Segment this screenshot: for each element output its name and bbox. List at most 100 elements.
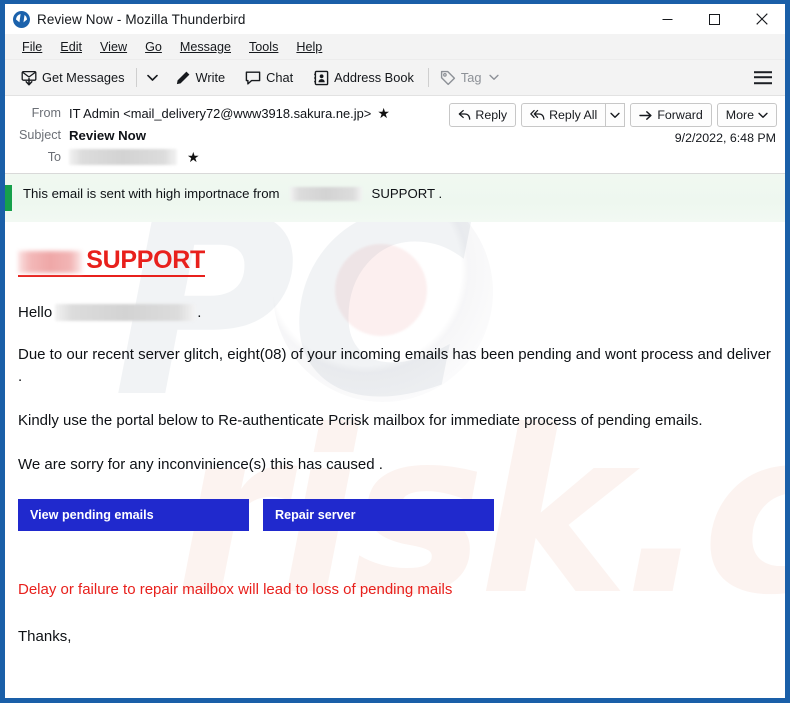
close-button[interactable] — [738, 4, 785, 34]
reply-all-label: Reply All — [549, 108, 598, 122]
get-messages-button[interactable]: Get Messages — [15, 66, 131, 90]
subject-label: Subject — [18, 128, 61, 142]
menu-bar: File Edit View Go Message Tools Help — [5, 34, 785, 60]
reply-all-dropdown[interactable] — [605, 103, 626, 127]
brand-heading: SUPPORT — [18, 248, 205, 277]
email-content: SUPPORT Hello . Due to our recent server… — [5, 222, 785, 666]
reply-all-icon — [530, 109, 545, 120]
tag-button[interactable]: Tag — [434, 66, 506, 90]
menu-message[interactable]: Message — [172, 37, 239, 57]
brand-logo-redacted — [18, 251, 83, 273]
chat-bubble-icon — [245, 71, 261, 85]
window-controls — [644, 4, 785, 34]
maximize-icon — [709, 13, 720, 25]
minimize-button[interactable] — [644, 4, 691, 34]
get-messages-label: Get Messages — [42, 70, 125, 85]
importance-banner: This email is sent with high importnace … — [5, 174, 785, 222]
menu-message-label: Message — [179, 39, 231, 54]
banner-brand-redacted — [289, 186, 362, 201]
menu-file-label: File — [22, 39, 43, 54]
chevron-down-icon — [146, 74, 158, 81]
message-body: PC risk.com This email is sent with high… — [5, 174, 785, 666]
banner-text-after: SUPPORT . — [371, 186, 443, 201]
paragraph-1: Due to our recent server glitch, eight(0… — [18, 346, 771, 386]
toolbar-divider-1 — [135, 68, 137, 87]
repair-server-button[interactable]: Repair server — [263, 499, 494, 532]
reply-button[interactable]: Reply — [449, 103, 517, 127]
from-value-wrap: IT Admin <mail_delivery72@www3918.sakura… — [69, 106, 390, 121]
greeting-name-redacted — [55, 304, 196, 322]
greeting-line: Hello . — [18, 302, 771, 323]
paragraph-3: We are sorry for any inconvinience(s) th… — [18, 455, 383, 473]
forward-arrow-icon — [639, 110, 652, 120]
reply-all-button[interactable]: Reply All — [521, 103, 606, 127]
closing-text: Thanks, — [18, 627, 72, 645]
minimize-icon — [662, 18, 673, 20]
reply-all-group: Reply All — [521, 103, 626, 127]
subject-value: Review Now — [69, 127, 146, 143]
app-menu-button[interactable] — [750, 67, 776, 89]
from-label: From — [31, 106, 61, 120]
pencil-icon — [176, 71, 189, 84]
hamburger-icon — [754, 82, 772, 85]
menu-file[interactable]: File — [14, 37, 50, 57]
tag-label: Tag — [460, 70, 482, 85]
star-icon[interactable]: ★ — [377, 106, 390, 120]
reply-label: Reply — [475, 108, 508, 122]
chevron-down-icon — [489, 74, 500, 80]
get-messages-icon — [21, 70, 37, 86]
greeting-prefix: Hello — [18, 304, 53, 321]
title-bar: Review Now - Mozilla Thunderbird — [5, 4, 785, 34]
brand-support-word: SUPPORT — [86, 246, 205, 274]
banner-text: This email is sent with high importnace … — [23, 185, 442, 201]
menu-go[interactable]: Go — [137, 37, 170, 57]
to-value-wrap: ★ — [69, 149, 200, 165]
to-label: To — [47, 150, 61, 164]
star-icon[interactable]: ★ — [187, 150, 200, 164]
main-toolbar: Get Messages Write Chat Address Book Tag — [5, 60, 785, 96]
write-button[interactable]: Write — [169, 66, 232, 90]
thunderbird-window: Review Now - Mozilla Thunderbird File Ed… — [0, 0, 790, 703]
paragraph-2: Kindly use the portal below to Re-authen… — [18, 411, 703, 429]
message-actions: Reply Reply All Forward More — [449, 103, 777, 127]
menu-help[interactable]: Help — [288, 37, 330, 57]
close-icon — [755, 13, 768, 25]
more-button[interactable]: More — [716, 103, 777, 127]
more-label: More — [725, 108, 754, 122]
chat-button[interactable]: Chat — [239, 66, 299, 90]
hamburger-icon — [754, 76, 772, 79]
chevron-down-icon — [758, 112, 768, 118]
menu-go-label: Go — [145, 39, 162, 54]
menu-view-label: View — [100, 39, 128, 54]
view-pending-emails-button[interactable]: View pending emails — [18, 499, 249, 532]
from-address[interactable]: IT Admin <mail_delivery72@www3918.sakura… — [69, 106, 371, 121]
toolbar-divider-2 — [427, 68, 429, 87]
address-book-label: Address Book — [334, 70, 414, 85]
chat-label: Chat — [266, 70, 294, 85]
address-book-icon — [314, 70, 329, 85]
tag-icon — [440, 70, 455, 85]
chevron-down-icon — [610, 112, 620, 118]
banner-accent-bar — [5, 185, 12, 211]
menu-view[interactable]: View — [92, 37, 135, 57]
window-title: Review Now - Mozilla Thunderbird — [37, 11, 246, 27]
menu-help-label: Help — [296, 39, 323, 54]
hamburger-icon — [754, 70, 772, 73]
menu-tools-label: Tools — [249, 39, 279, 54]
banner-text-before: This email is sent with high importnace … — [23, 186, 280, 201]
maximize-button[interactable] — [691, 4, 738, 34]
menu-edit[interactable]: Edit — [52, 37, 90, 57]
cta-button-row: View pending emails Repair server — [18, 499, 771, 532]
thunderbird-icon — [13, 10, 30, 28]
address-book-button[interactable]: Address Book — [307, 66, 420, 90]
forward-label: Forward — [657, 108, 703, 122]
greeting-suffix: . — [197, 304, 202, 321]
menu-tools[interactable]: Tools — [241, 37, 286, 57]
warning-text: Delay or failure to repair mailbox will … — [18, 581, 453, 599]
get-messages-dropdown[interactable] — [142, 70, 163, 86]
subject-row: Subject Review Now — [13, 124, 777, 146]
forward-button[interactable]: Forward — [630, 103, 712, 127]
message-date: 9/2/2022, 6:48 PM — [674, 131, 776, 145]
to-row: To ★ — [13, 146, 777, 168]
message-header-pane: From IT Admin <mail_delivery72@www3918.s… — [5, 96, 785, 174]
